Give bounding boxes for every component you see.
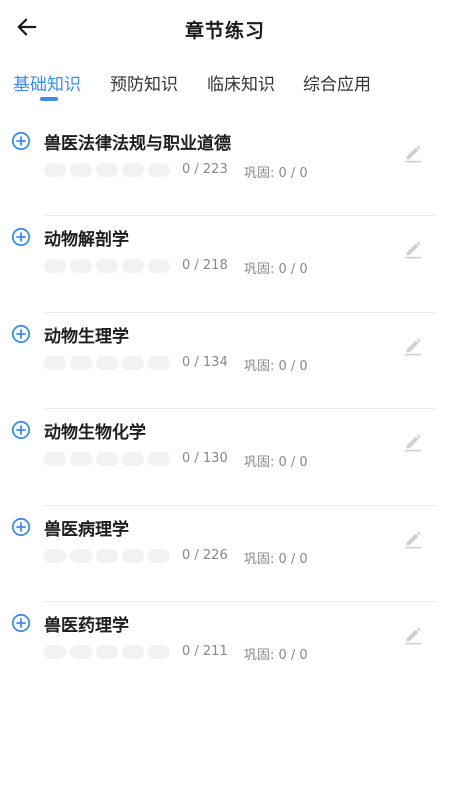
progress-bar [44,548,170,563]
page-title: 章节练习 [184,20,265,42]
progress-segment [148,452,170,467]
chapter-list: 兽医法律法规与职业道德 0 / 223 巩固: 0 / 0 动物解剖学 0 / … [0,120,450,698]
plus-circle-icon[interactable] [11,227,31,247]
consolidate-count: 巩固: 0 / 0 [244,262,308,278]
chapter-item[interactable]: 动物解剖学 0 / 218 巩固: 0 / 0 [0,216,450,313]
progress-bar [44,163,170,177]
progress-segment [96,452,118,467]
tab-comprehensive-application[interactable]: 综合应用 [303,70,371,95]
pencil-icon[interactable] [402,142,424,164]
plus-circle-icon[interactable] [11,324,31,344]
question-count: 0 / 211 [182,643,228,659]
pencil-icon[interactable] [402,528,424,550]
consolidate-count: 巩固: 0 / 0 [244,455,308,471]
progress-segment [44,355,66,370]
progress-segment [122,163,144,177]
progress-segment [148,644,170,659]
progress-segment [122,259,144,274]
plus-circle-icon[interactable] [11,517,31,537]
chapter-title: 动物解剖学 [44,230,129,251]
progress-segment [122,452,144,467]
progress-segment [44,259,66,274]
question-count: 0 / 134 [182,354,228,370]
tab-basic-knowledge[interactable]: 基础知识 [13,70,81,95]
progress-bar [44,644,170,659]
plus-circle-icon[interactable] [11,131,31,151]
chapter-title: 兽医病理学 [44,519,129,540]
chapter-item[interactable]: 动物生物化学 0 / 130 巩固: 0 / 0 [0,409,450,506]
progress-segment [70,355,92,370]
chapter-item[interactable]: 兽医药理学 0 / 211 巩固: 0 / 0 [0,602,450,698]
progress-segment [96,548,118,563]
question-count: 0 / 226 [182,547,228,563]
question-count: 0 / 223 [182,162,228,177]
progress-segment [122,548,144,563]
progress-bar [44,259,170,274]
progress-segment [44,163,66,177]
consolidate-count: 巩固: 0 / 0 [244,647,308,663]
progress-segment [70,548,92,563]
progress-segment [44,644,66,659]
header-bar: 章节练习 [0,0,450,58]
question-count: 0 / 218 [182,258,228,274]
tab-clinical-knowledge[interactable]: 临床知识 [207,70,275,95]
progress-segment [70,644,92,659]
progress-segment [96,355,118,370]
progress-bar [44,452,170,467]
active-tab-indicator [40,97,58,101]
progress-segment [148,548,170,563]
progress-segment [96,259,118,274]
progress-segment [44,548,66,563]
chapter-title: 兽医法律法规与职业道德 [44,134,231,154]
pencil-icon[interactable] [402,335,424,357]
progress-segment [148,163,170,177]
chapter-title: 动物生物化学 [44,423,146,444]
category-tabs: 基础知识 预防知识 临床知识 综合应用 [0,64,450,104]
pencil-icon[interactable] [402,431,424,453]
progress-segment [122,355,144,370]
progress-segment [44,452,66,467]
progress-segment [70,163,92,177]
chapter-item[interactable]: 动物生理学 0 / 134 巩固: 0 / 0 [0,313,450,410]
progress-segment [70,452,92,467]
consolidate-count: 巩固: 0 / 0 [244,551,308,567]
consolidate-count: 巩固: 0 / 0 [244,166,308,181]
plus-circle-icon[interactable] [11,613,31,633]
progress-bar [44,355,170,370]
progress-segment [122,644,144,659]
question-count: 0 / 130 [182,451,228,467]
plus-circle-icon[interactable] [11,420,31,440]
progress-segment [96,163,118,177]
chapter-item[interactable]: 兽医病理学 0 / 226 巩固: 0 / 0 [0,506,450,602]
progress-segment [148,355,170,370]
chapter-title: 动物生理学 [44,326,129,347]
consolidate-count: 巩固: 0 / 0 [244,358,308,374]
chapter-title: 兽医药理学 [44,615,129,636]
pencil-icon[interactable] [402,238,424,260]
progress-segment [148,259,170,274]
progress-segment [96,644,118,659]
pencil-icon[interactable] [402,624,424,646]
tab-prevention-knowledge[interactable]: 预防知识 [110,70,178,95]
progress-segment [70,259,92,274]
chapter-item[interactable]: 兽医法律法规与职业道德 0 / 223 巩固: 0 / 0 [0,120,450,217]
